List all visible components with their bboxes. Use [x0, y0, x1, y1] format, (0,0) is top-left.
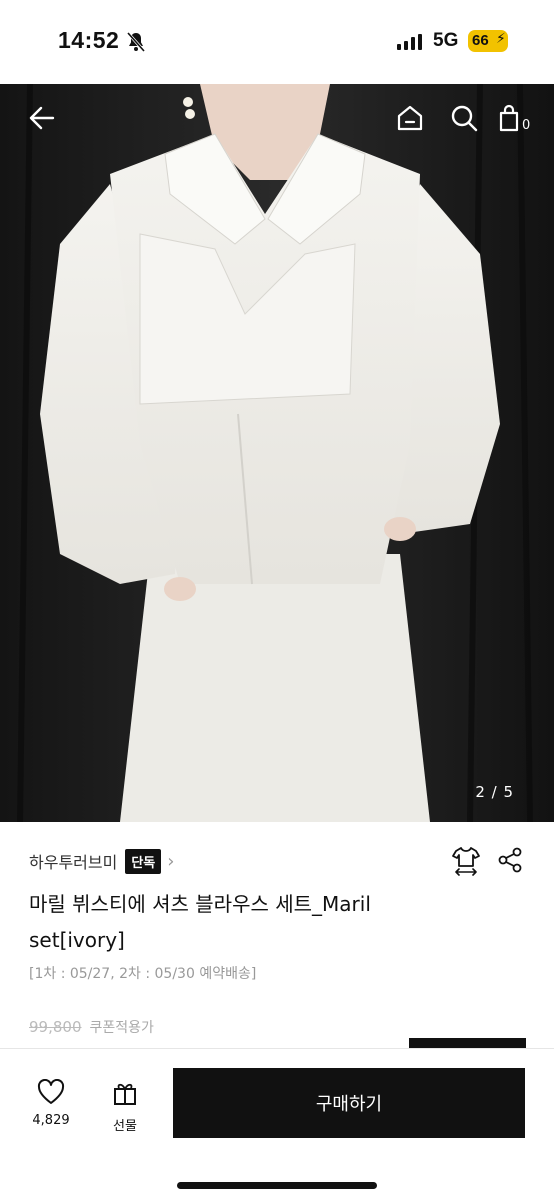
coupon-button-partial[interactable] [409, 1038, 526, 1048]
product-title: 마릴 뷔스티에 셔츠 블라우스 세트_Maril set[ivory] [29, 892, 371, 952]
bell-slash-icon [126, 32, 146, 52]
top-navigation [0, 84, 554, 154]
gallery-page-indicator: 2 / 5 [475, 783, 514, 801]
cart-icon [499, 104, 519, 132]
product-image-gallery[interactable] [0, 84, 554, 822]
like-count: 4,829 [32, 1113, 70, 1128]
original-price: 99,800 [29, 1018, 82, 1036]
coupon-price-label: 쿠폰적용가 [89, 1020, 154, 1036]
price-row: 99,800 쿠폰적용가 [29, 1017, 154, 1037]
bottom-action-bar: 4,829 선물 구매하기 [0, 1048, 554, 1200]
size-guide-icon[interactable] [450, 844, 482, 876]
signal-icon [397, 34, 422, 50]
like-button[interactable]: 4,829 [24, 1078, 78, 1128]
chevron-right-icon: › [167, 850, 175, 872]
charging-bolt-icon: ⚡ [496, 31, 506, 47]
search-icon [451, 105, 478, 132]
exclusive-badge: 단독 [125, 848, 162, 874]
brand-link[interactable]: 하우투러브미 단독 › [29, 848, 174, 874]
buy-button[interactable]: 구매하기 [173, 1068, 525, 1138]
gift-icon [114, 1083, 136, 1105]
status-time: 14:52 [58, 27, 120, 53]
heart-icon [37, 1078, 65, 1104]
home-button[interactable] [390, 98, 430, 138]
home-icon [397, 105, 423, 131]
share-icon[interactable] [496, 846, 524, 874]
back-button[interactable] [22, 98, 62, 138]
shipping-note: [1차 : 05/27, 2차 : 05/30 예약배송] [29, 966, 257, 982]
status-bar: 14:52 5G 66 ⚡ [0, 0, 554, 84]
home-indicator[interactable] [177, 1182, 377, 1189]
product-photo [0, 84, 554, 822]
brand-name: 하우투러브미 [29, 853, 118, 872]
network-label: 5G [433, 30, 459, 51]
back-arrow-icon [29, 106, 55, 130]
gift-button[interactable]: 선물 [100, 1079, 150, 1134]
gift-label: 선물 [113, 1119, 137, 1134]
cart-count-badge: 0 [522, 118, 531, 133]
search-button[interactable] [444, 98, 484, 138]
